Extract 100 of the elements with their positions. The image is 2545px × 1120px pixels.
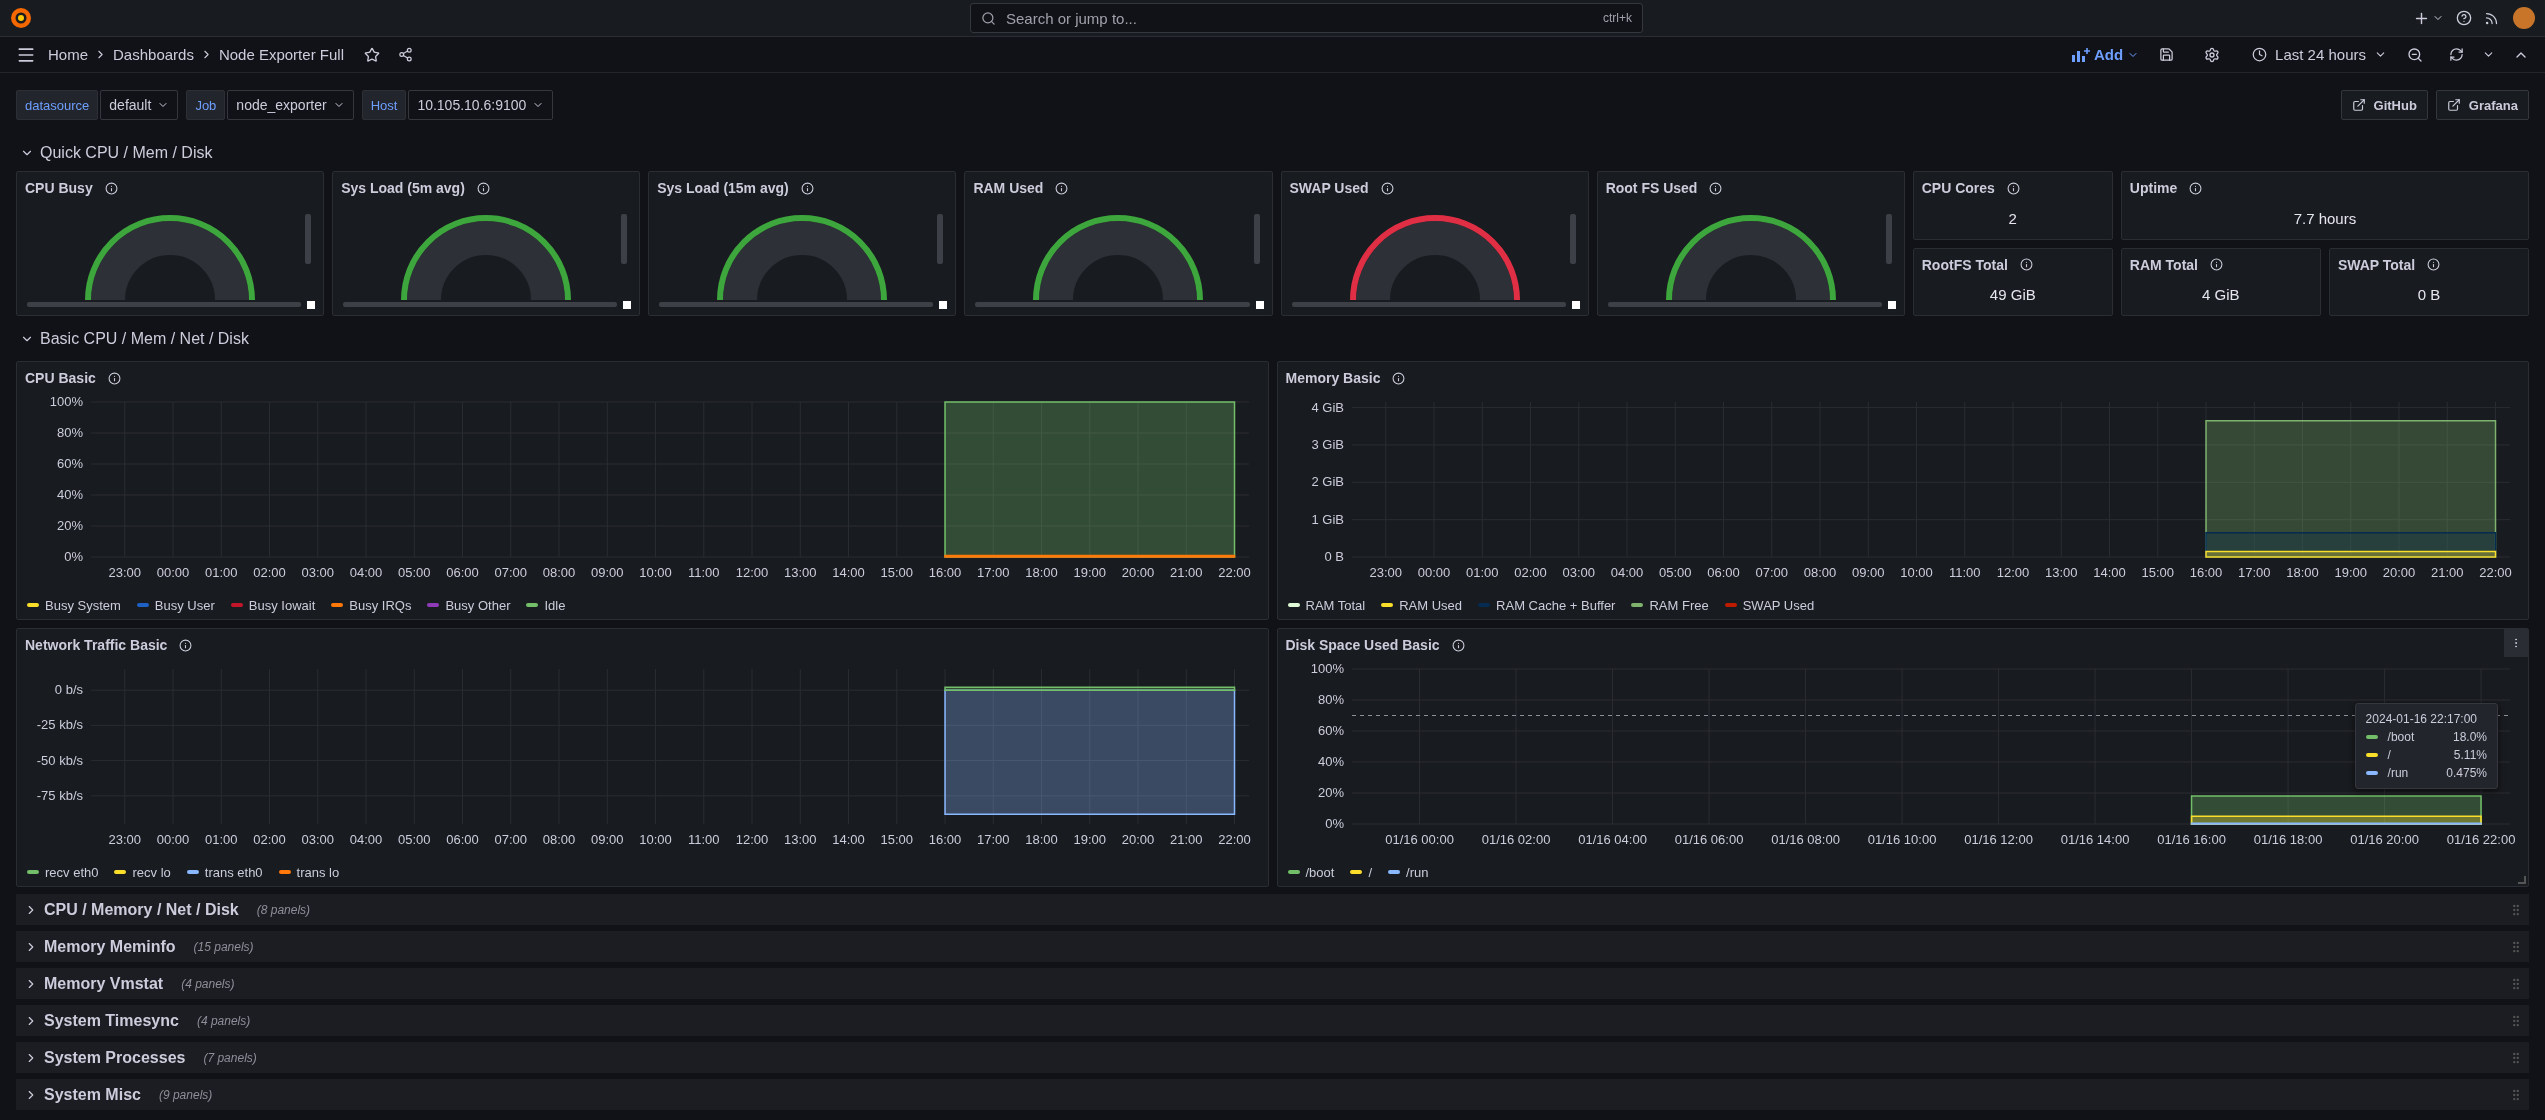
scrollbar[interactable] xyxy=(975,302,1250,307)
axis-label: -50 kb/s xyxy=(36,752,83,768)
legend-item[interactable]: Busy Iowait xyxy=(230,597,316,613)
info-icon[interactable] xyxy=(107,371,121,385)
axis-label: 01/16 18:00 xyxy=(2253,832,2322,847)
info-icon[interactable] xyxy=(1709,181,1723,195)
breadcrumb-link[interactable]: Home xyxy=(48,46,88,63)
resize-handle[interactable] xyxy=(1255,301,1264,309)
scrollbar[interactable] xyxy=(937,214,944,264)
scrollbar[interactable] xyxy=(1253,214,1260,264)
info-icon[interactable] xyxy=(2427,258,2441,271)
resize-handle[interactable] xyxy=(1887,301,1896,309)
scrollbar[interactable] xyxy=(659,302,934,307)
legend-item[interactable]: RAM Total xyxy=(1287,597,1366,613)
variable-select[interactable]: node_exporter xyxy=(227,90,354,120)
row-toggle[interactable]: Basic CPU / Mem / Net / Disk xyxy=(16,316,253,361)
row-toggle[interactable]: System Misc xyxy=(16,1085,149,1104)
variable-select[interactable]: 10.105.10.6:9100 xyxy=(408,90,554,120)
scrollbar[interactable] xyxy=(343,302,618,307)
info-icon[interactable] xyxy=(1451,638,1465,652)
resize-handle[interactable] xyxy=(939,301,948,309)
legend-item[interactable]: / xyxy=(1350,864,1373,880)
legend-item[interactable]: trans eth0 xyxy=(186,864,263,880)
legend-item[interactable]: Idle xyxy=(526,597,566,613)
user-avatar[interactable] xyxy=(2513,7,2535,29)
legend-item[interactable]: RAM Cache + Buffer xyxy=(1478,597,1616,613)
row-toggle[interactable]: Memory Meminfo xyxy=(16,937,184,956)
scrollbar[interactable] xyxy=(27,302,302,307)
info-icon[interactable] xyxy=(2210,258,2223,271)
axis-label: 12:00 xyxy=(735,832,769,847)
axis-label: 20:00 xyxy=(2382,565,2415,580)
axis-label: 07:00 xyxy=(494,832,528,847)
panel-count: (4 panels) xyxy=(196,1013,251,1028)
axis-label: 10:00 xyxy=(1899,565,1933,580)
legend-item[interactable]: Busy User xyxy=(136,597,215,613)
legend-item[interactable]: Busy Other xyxy=(427,597,511,613)
variable-label: Job xyxy=(186,90,226,120)
resize-handle[interactable] xyxy=(2518,876,2526,884)
legend-item[interactable]: Busy System xyxy=(27,597,121,613)
stat-value: 4 GiB xyxy=(2201,285,2241,306)
row-toggle[interactable]: System Timesync xyxy=(16,1011,187,1030)
axis-label: 04:00 xyxy=(349,832,383,847)
panel-title: SWAP Used xyxy=(1289,180,1369,196)
bar-chart-plus-icon xyxy=(2071,47,2090,62)
row-toggle[interactable]: CPU / Memory / Net / Disk xyxy=(16,900,247,919)
info-icon[interactable] xyxy=(1392,371,1406,385)
dashboard-link[interactable]: Grafana xyxy=(2435,90,2529,120)
legend-item[interactable]: /boot xyxy=(1287,864,1335,880)
variable-label: Host xyxy=(361,90,407,120)
legend-item[interactable]: RAM Used xyxy=(1381,597,1463,613)
info-icon[interactable] xyxy=(1055,181,1069,195)
search-input[interactable]: Search or jump to... xyxy=(1004,8,1595,28)
legend-item[interactable]: Busy IRQs xyxy=(331,597,412,613)
scrollbar[interactable] xyxy=(1885,214,1892,264)
axis-label: 17:00 xyxy=(977,832,1010,847)
axis-label: 14:00 xyxy=(832,832,865,847)
scrollbar[interactable] xyxy=(305,214,312,264)
info-icon[interactable] xyxy=(800,181,814,195)
row-toggle[interactable]: Quick CPU / Mem / Disk xyxy=(16,121,217,171)
scrollbar[interactable] xyxy=(1569,214,1576,264)
axis-label: 22:00 xyxy=(1218,832,1251,847)
resize-handle[interactable] xyxy=(1571,301,1580,309)
breadcrumb-link[interactable]: Dashboards xyxy=(113,46,194,63)
add-button[interactable]: Add xyxy=(2063,42,2148,67)
axis-label: 15:00 xyxy=(2141,565,2174,580)
axis-label: 05:00 xyxy=(398,565,431,580)
axis-label: 16:00 xyxy=(2189,565,2222,580)
legend-item[interactable]: recv lo xyxy=(114,864,171,880)
row-toggle[interactable]: Memory Vmstat xyxy=(16,974,172,993)
axis-label: 01/16 20:00 xyxy=(2349,832,2419,847)
info-icon[interactable] xyxy=(2006,181,2020,195)
axis-label: 17:00 xyxy=(2237,565,2271,580)
axis-label: 01/16 00:00 xyxy=(1384,832,1454,847)
info-icon[interactable] xyxy=(2019,258,2033,271)
time-range-picker[interactable]: Last 24 hours xyxy=(2244,42,2395,67)
info-icon[interactable] xyxy=(1380,181,1394,195)
info-icon[interactable] xyxy=(179,638,193,652)
axis-label: 13:00 xyxy=(784,565,817,580)
scrollbar[interactable] xyxy=(1607,302,1882,307)
scrollbar[interactable] xyxy=(621,214,628,264)
legend-item[interactable]: RAM Free xyxy=(1631,597,1709,613)
axis-label: 00:00 xyxy=(156,565,190,580)
grafana-logo[interactable] xyxy=(10,7,32,29)
info-icon[interactable] xyxy=(104,181,118,195)
axis-label: -25 kb/s xyxy=(36,717,83,733)
search-field[interactable]: Search or jump to... ctrl+k xyxy=(970,3,1643,33)
info-icon[interactable] xyxy=(476,181,490,195)
row-toggle[interactable]: System Processes xyxy=(16,1048,194,1067)
legend-item[interactable]: recv eth0 xyxy=(27,864,99,880)
legend-item[interactable]: /run xyxy=(1388,864,1429,880)
legend-item[interactable]: trans lo xyxy=(278,864,340,880)
resize-handle[interactable] xyxy=(307,301,316,309)
variable-select[interactable]: default xyxy=(100,90,179,120)
help-icon xyxy=(2456,10,2472,26)
info-icon[interactable] xyxy=(2189,181,2203,195)
scrollbar[interactable] xyxy=(1291,302,1566,307)
dashboard-link[interactable]: GitHub xyxy=(2340,90,2428,120)
legend-item[interactable]: SWAP Used xyxy=(1724,597,1815,613)
axis-label: 15:00 xyxy=(880,565,914,580)
resize-handle[interactable] xyxy=(623,301,632,309)
